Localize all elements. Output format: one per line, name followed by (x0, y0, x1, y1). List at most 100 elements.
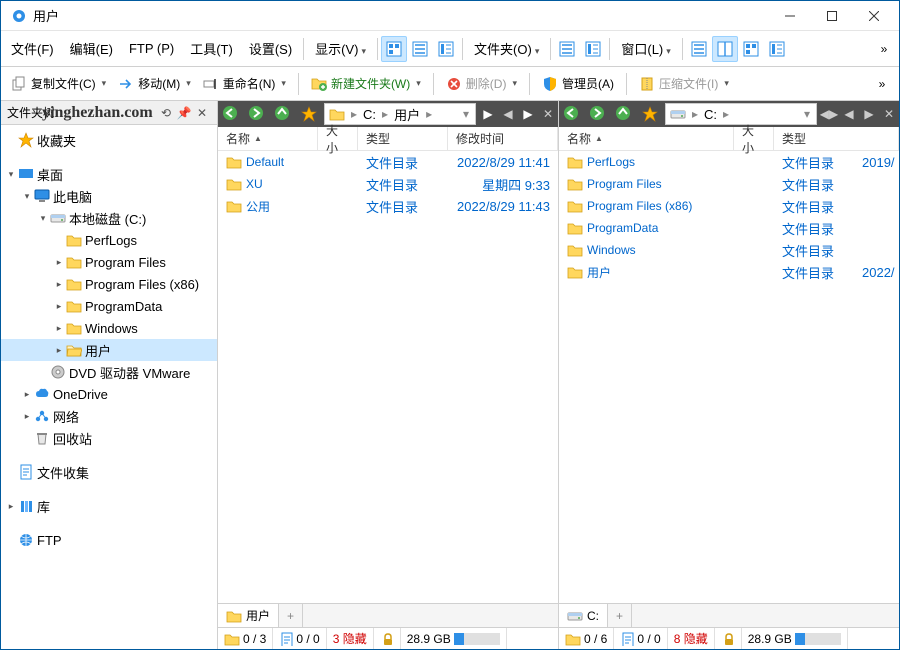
delete-button[interactable]: 删除(D)▾ (440, 71, 523, 97)
list-item[interactable]: Windows文件目录 (559, 239, 899, 261)
tree-favorites[interactable]: 收藏夹 (1, 129, 217, 151)
copy-files-button[interactable]: 复制文件(C)▾ (5, 71, 112, 97)
menu-view[interactable]: 显示(V) (307, 33, 374, 64)
col-name[interactable]: 名称▲ (559, 127, 734, 150)
list-item[interactable]: Program Files (x86)文件目录 (559, 195, 899, 217)
layout-3-button[interactable] (738, 36, 764, 62)
nav-prev-icon[interactable]: ◀ (839, 101, 859, 127)
overflow-button[interactable]: » (871, 36, 897, 62)
col-size[interactable]: 大小 (318, 127, 358, 150)
overflow-button-2[interactable]: » (869, 71, 895, 97)
tree-program-files-x86[interactable]: ▸Program Files (x86) (1, 273, 217, 295)
nav-next-icon[interactable]: ▶ (859, 101, 879, 127)
maximize-button[interactable] (811, 2, 853, 30)
nav-next-icon[interactable]: ▶ (518, 101, 538, 127)
list-item[interactable]: Default文件目录2022/8/29 11:41 (218, 151, 558, 173)
back-button[interactable] (559, 101, 585, 127)
tree-perflogs[interactable]: PerfLogs (1, 229, 217, 251)
path-drive-icon[interactable] (666, 104, 690, 124)
path-seg1[interactable]: 用户 (390, 104, 424, 124)
forward-button[interactable] (244, 101, 270, 127)
list-item[interactable]: 用户文件目录2022/ (559, 261, 899, 283)
separator (462, 38, 463, 60)
folder-view-2-button[interactable] (580, 36, 606, 62)
list-item[interactable]: XU文件目录星期四 9:33 (218, 173, 558, 195)
tree-network[interactable]: ▸网络 (1, 405, 217, 427)
left-status: 0 / 3 0 / 0 3 隐藏 28.9 GB (218, 627, 558, 649)
favorite-button[interactable] (296, 101, 322, 127)
close-button[interactable] (853, 2, 895, 30)
path-drive[interactable]: C: (359, 104, 380, 124)
up-button[interactable] (611, 101, 637, 127)
tree-file-collect[interactable]: 文件收集 (1, 461, 217, 483)
nav-close-icon[interactable]: ✕ (879, 101, 899, 127)
tree-pin2-icon[interactable]: 📌 (175, 104, 193, 122)
left-list[interactable]: Default文件目录2022/8/29 11:41XU文件目录星期四 9:33… (218, 151, 558, 603)
tree-header: 文件夹树 ⟲ 📌 ✕ (1, 101, 217, 125)
list-item[interactable]: 公用文件目录2022/8/29 11:43 (218, 195, 558, 217)
tree-body[interactable]: 收藏夹 ▾桌面 ▾此电脑 ▾本地磁盘 (C:) PerfLogs ▸Progra… (1, 125, 217, 649)
rename-button[interactable]: 重命名(N)▾ (197, 71, 292, 97)
status-lock-icon (715, 628, 742, 649)
col-type[interactable]: 类型 (774, 127, 899, 150)
menu-tools[interactable]: 工具(T) (182, 33, 241, 64)
menu-folder[interactable]: 文件夹(O) (466, 33, 547, 64)
minimize-button[interactable] (769, 2, 811, 30)
tree-users[interactable]: ▸用户 (1, 339, 217, 361)
menu-settings[interactable]: 设置(S) (241, 33, 300, 64)
col-name[interactable]: 名称▲ (218, 127, 318, 150)
left-tab[interactable]: 用户 (218, 604, 279, 627)
right-tab[interactable]: C: (559, 604, 608, 627)
view-mode-2-button[interactable] (407, 36, 433, 62)
tree-dvd[interactable]: DVD 驱动器 VMware (1, 361, 217, 383)
path-drive[interactable]: C: (700, 104, 721, 124)
tree-programdata[interactable]: ▸ProgramData (1, 295, 217, 317)
admin-button[interactable]: 管理员(A) (536, 71, 620, 97)
col-modified[interactable]: 修改时间 (448, 127, 558, 150)
menu-edit[interactable]: 编辑(E) (62, 33, 121, 64)
view-mode-3-button[interactable] (433, 36, 459, 62)
folder-view-1-button[interactable] (554, 36, 580, 62)
status-count2: 0 / 0 (273, 628, 326, 649)
menu-window[interactable]: 窗口(L) (613, 33, 678, 64)
separator (298, 73, 299, 95)
back-button[interactable] (218, 101, 244, 127)
list-item[interactable]: Program Files文件目录 (559, 173, 899, 195)
tree-onedrive[interactable]: ▸OneDrive (1, 383, 217, 405)
nav-prev-icon[interactable]: ◀ (498, 101, 518, 127)
tree-recycle[interactable]: 回收站 (1, 427, 217, 449)
move-button[interactable]: 移动(M)▾ (112, 71, 197, 97)
col-size[interactable]: 大小 (734, 127, 774, 150)
tree-ftp[interactable]: FTP (1, 529, 217, 551)
new-folder-button[interactable]: 新建文件夹(W)▾ (305, 71, 427, 97)
list-item[interactable]: ProgramData文件目录 (559, 217, 899, 239)
layout-4-button[interactable] (764, 36, 790, 62)
tree-thispc[interactable]: ▾此电脑 (1, 185, 217, 207)
tree-close-icon[interactable]: ✕ (193, 104, 211, 122)
nav-play-icon[interactable]: ▶ (478, 101, 498, 127)
view-mode-1-button[interactable] (381, 36, 407, 62)
layout-2-button[interactable] (712, 36, 738, 62)
menu-file[interactable]: 文件(F) (3, 33, 62, 64)
nav-play-icon[interactable]: ◀▶ (819, 101, 839, 127)
tree-library[interactable]: ▸库 (1, 495, 217, 517)
tree-local-c[interactable]: ▾本地磁盘 (C:) (1, 207, 217, 229)
up-button[interactable] (270, 101, 296, 127)
favorite-button[interactable] (637, 101, 663, 127)
right-path-bar[interactable]: ▸ C:▸ ▾ (665, 103, 817, 125)
menu-ftp[interactable]: FTP (P) (121, 35, 182, 62)
list-item[interactable]: PerfLogs文件目录2019/ (559, 151, 899, 173)
layout-1-button[interactable] (686, 36, 712, 62)
nav-close-icon[interactable]: ✕ (538, 101, 558, 127)
forward-button[interactable] (585, 101, 611, 127)
left-nav: ▸ C:▸ 用户▸ ▾ ▶ ◀ ▶ ✕ (218, 101, 558, 127)
right-list[interactable]: PerfLogs文件目录2019/Program Files文件目录Progra… (559, 151, 899, 603)
compress-button[interactable]: 压缩文件(I)▾ (633, 71, 735, 97)
left-tab-add[interactable]: + (279, 604, 303, 627)
tree-desktop[interactable]: ▾桌面 (1, 163, 217, 185)
tree-pin-icon[interactable]: ⟲ (157, 104, 175, 122)
tree-program-files[interactable]: ▸Program Files (1, 251, 217, 273)
col-type[interactable]: 类型 (358, 127, 448, 150)
tree-windows[interactable]: ▸Windows (1, 317, 217, 339)
right-tab-add[interactable]: + (608, 604, 632, 627)
